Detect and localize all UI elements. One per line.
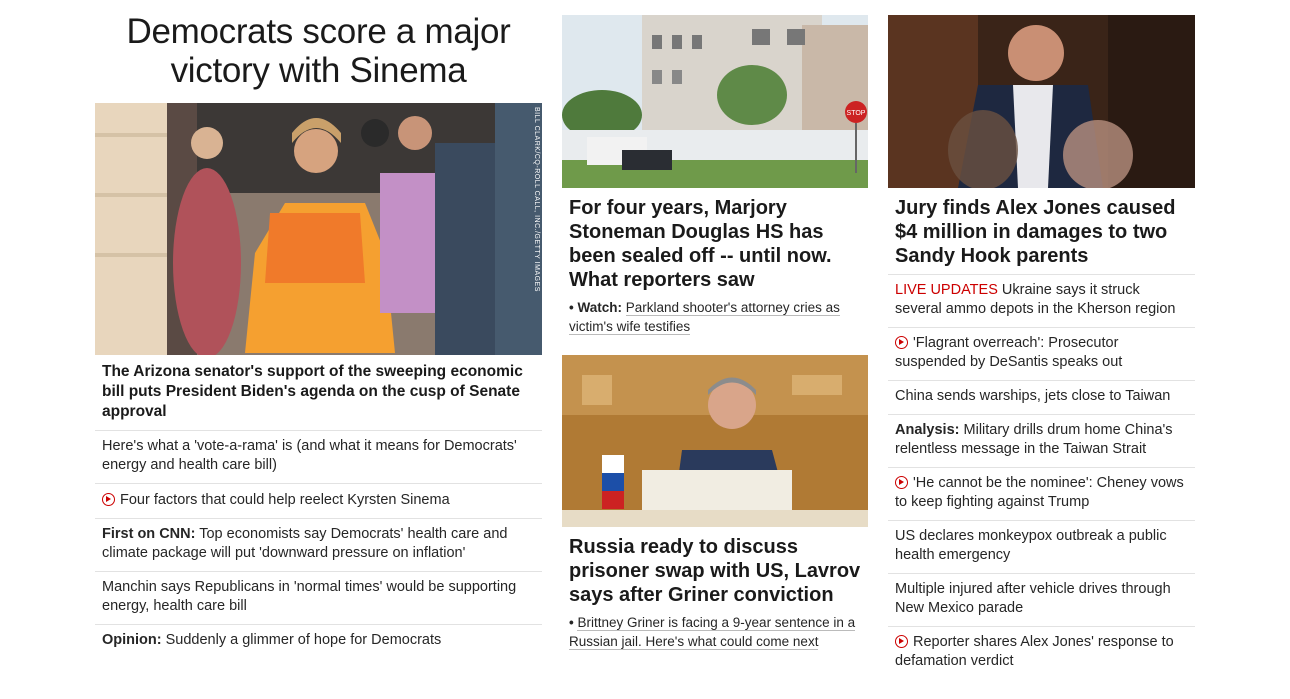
bullet-kicker: Watch:	[577, 300, 622, 315]
item-text: 'He cannot be the nominee': Cheney vows …	[895, 475, 1184, 510]
item-text: Four factors that could help reelect Kyr…	[120, 492, 450, 508]
sinema-photo[interactable]: BILL CLARK/CQ-ROLL CALL, INC./GETTY IMAG…	[95, 103, 542, 355]
play-icon	[102, 493, 115, 506]
item-text: Suddenly a glimmer of hope for Democrats	[165, 632, 442, 648]
middle-column: STOP For four years, Marjory Stoneman Do…	[562, 0, 868, 651]
play-icon	[895, 336, 908, 349]
related-item[interactable]: Opinion: Suddenly a glimmer of hope for …	[95, 624, 542, 658]
related-item[interactable]: Manchin says Republicans in 'normal time…	[95, 571, 542, 624]
bullet-link[interactable]: Brittney Griner is facing a 9-year sente…	[569, 615, 856, 650]
headline-item[interactable]: US declares monkeypox outbreak a public …	[888, 520, 1195, 573]
school-story-title[interactable]: For four years, Marjory Stoneman Douglas…	[562, 188, 868, 298]
lavrov-photo[interactable]	[562, 355, 868, 527]
headline-list: LIVE UPDATES Ukraine says it struck seve…	[888, 274, 1195, 679]
headline-item[interactable]: China sends warships, jets close to Taiw…	[888, 380, 1195, 414]
item-kicker: Analysis:	[895, 422, 960, 438]
headline-item[interactable]: Analysis: Military drills drum home Chin…	[888, 414, 1195, 467]
item-text: Multiple injured after vehicle drives th…	[895, 581, 1171, 616]
school-photo-image: STOP	[562, 15, 868, 188]
item-text: China sends warships, jets close to Taiw…	[895, 388, 1171, 404]
stop-sign-label: STOP	[847, 110, 866, 117]
play-icon	[895, 635, 908, 648]
related-item[interactable]: First on CNN: Top economists say Democra…	[95, 518, 542, 571]
watch-bullet[interactable]: • Watch: Parkland shooter's attorney cri…	[562, 298, 868, 336]
related-item-video[interactable]: Four factors that could help reelect Kyr…	[95, 483, 542, 518]
related-item[interactable]: Here's what a 'vote-a-rama' is (and what…	[95, 430, 542, 483]
item-text: 'Flagrant overreach': Prosecutor suspend…	[895, 335, 1123, 370]
live-updates-item[interactable]: LIVE UPDATES Ukraine says it struck seve…	[888, 274, 1195, 327]
item-text: US declares monkeypox outbreak a public …	[895, 528, 1167, 563]
jones-story-title[interactable]: Jury finds Alex Jones caused $4 million …	[888, 188, 1195, 274]
school-photo[interactable]: STOP	[562, 15, 868, 188]
item-kicker: First on CNN:	[102, 526, 196, 542]
related-list: Here's what a 'vote-a-rama' is (and what…	[95, 430, 542, 658]
item-text: Reporter shares Alex Jones' response to …	[895, 634, 1174, 669]
item-kicker: Opinion:	[102, 632, 162, 648]
lead-column: Democrats score a major victory with Sin…	[95, 0, 542, 658]
griner-story-title[interactable]: Russia ready to discuss prisoner swap wi…	[562, 527, 868, 613]
item-text: Manchin says Republicans in 'normal time…	[102, 579, 517, 614]
sinema-photo-image	[95, 103, 542, 355]
headline-item-video[interactable]: Reporter shares Alex Jones' response to …	[888, 626, 1195, 679]
alex-jones-photo[interactable]	[888, 15, 1195, 188]
lead-story-text[interactable]: The Arizona senator's support of the swe…	[95, 355, 542, 430]
live-updates-label: LIVE UPDATES	[895, 282, 998, 298]
main-headline[interactable]: Democrats score a major victory with Sin…	[95, 12, 542, 90]
alex-jones-photo-image	[888, 15, 1195, 188]
right-column: Jury finds Alex Jones caused $4 million …	[888, 0, 1195, 679]
headline-item-video[interactable]: 'He cannot be the nominee': Cheney vows …	[888, 467, 1195, 520]
item-text: Here's what a 'vote-a-rama' is (and what…	[102, 438, 517, 473]
griner-bullet[interactable]: • Brittney Griner is facing a 9-year sen…	[562, 613, 868, 651]
headline-item-video[interactable]: 'Flagrant overreach': Prosecutor suspend…	[888, 327, 1195, 380]
lavrov-photo-image	[562, 355, 868, 527]
photo-credit: BILL CLARK/CQ-ROLL CALL, INC./GETTY IMAG…	[533, 107, 540, 292]
headline-item[interactable]: Multiple injured after vehicle drives th…	[888, 573, 1195, 626]
play-icon	[895, 476, 908, 489]
